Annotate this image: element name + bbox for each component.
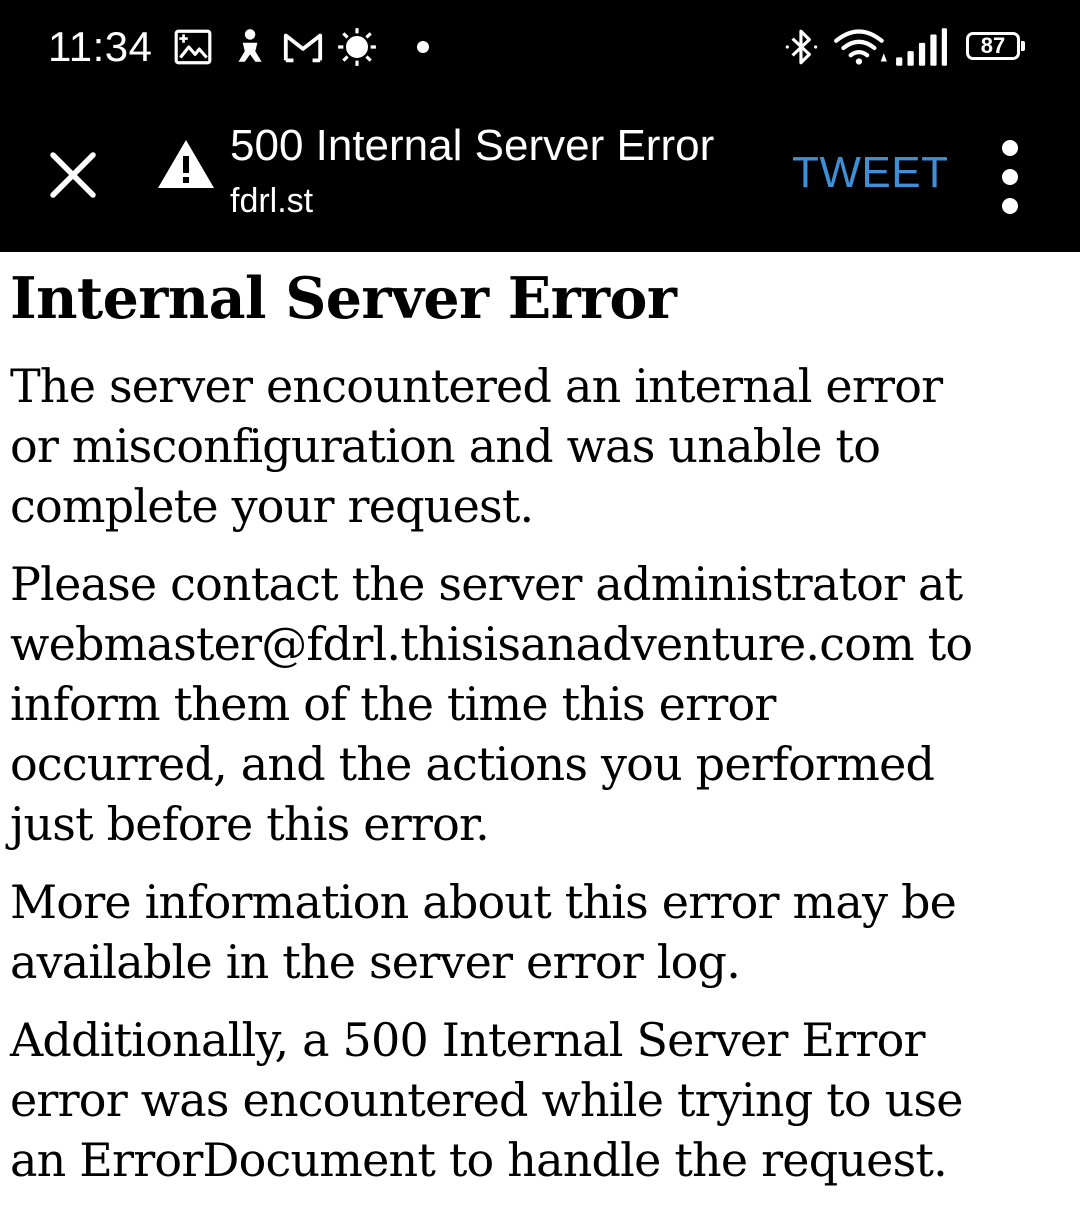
text-line: Please contact the server administrator … (10, 557, 963, 611)
warning-icon (158, 140, 214, 188)
page-title: 500 Internal Server Error (230, 121, 715, 170)
battery-level: 87 (980, 33, 1006, 58)
connection-security-button[interactable] (156, 138, 216, 190)
text-line: an ErrorDocument to handle the request. (10, 1133, 948, 1187)
error-log-text: More information about this error may be… (10, 872, 1072, 992)
error-document-text: Additionally, a 500 Internal Server Erro… (10, 1010, 1072, 1190)
text-line: occurred, and the actions you performed (10, 737, 935, 791)
weather-sun-icon (336, 26, 378, 68)
text-line: or misconfiguration and was unable to (10, 419, 881, 473)
text-line: available in the server error log. (10, 935, 741, 989)
gmail-icon (282, 26, 324, 68)
text-line: just before this error. (10, 797, 490, 851)
close-icon (50, 152, 96, 198)
contact-admin-text: Please contact the server administrator … (10, 554, 1072, 854)
battery-indicator: 87 (966, 32, 1025, 62)
tweet-button[interactable]: TWEET (792, 146, 948, 200)
text-line: More information about this error may be (10, 875, 957, 929)
text-line: Additionally, a 500 Internal Server Erro… (10, 1013, 925, 1067)
custom-tab-toolbar: 500 Internal Server Error fdrl.st TWEET (0, 100, 1080, 252)
status-time: 11:34 (48, 23, 153, 70)
status-bar: 11:34 87 (0, 0, 1080, 100)
more-options-button[interactable] (990, 140, 1034, 214)
text-line: The server encountered an internal error (10, 359, 943, 413)
app-notification-icon (228, 26, 270, 68)
text-line: webmaster@fdrl.thisisanadventure.com to (10, 617, 973, 671)
page-domain: fdrl.st (230, 182, 314, 220)
cellular-signal-icon (894, 26, 948, 68)
close-button[interactable] (40, 142, 106, 208)
text-line: error was encountered while trying to us… (10, 1073, 963, 1127)
gallery-icon (172, 26, 214, 68)
page-content: Internal Server Error The server encount… (10, 252, 1072, 1190)
error-description: The server encountered an internal error… (10, 356, 1072, 536)
text-line: inform them of the time this error (10, 677, 776, 731)
bluetooth-icon (780, 26, 824, 68)
error-heading: Internal Server Error (10, 265, 677, 332)
wifi-icon (832, 26, 890, 68)
more-notifications-dot-icon (408, 26, 438, 68)
text-line: complete your request. (10, 479, 534, 533)
